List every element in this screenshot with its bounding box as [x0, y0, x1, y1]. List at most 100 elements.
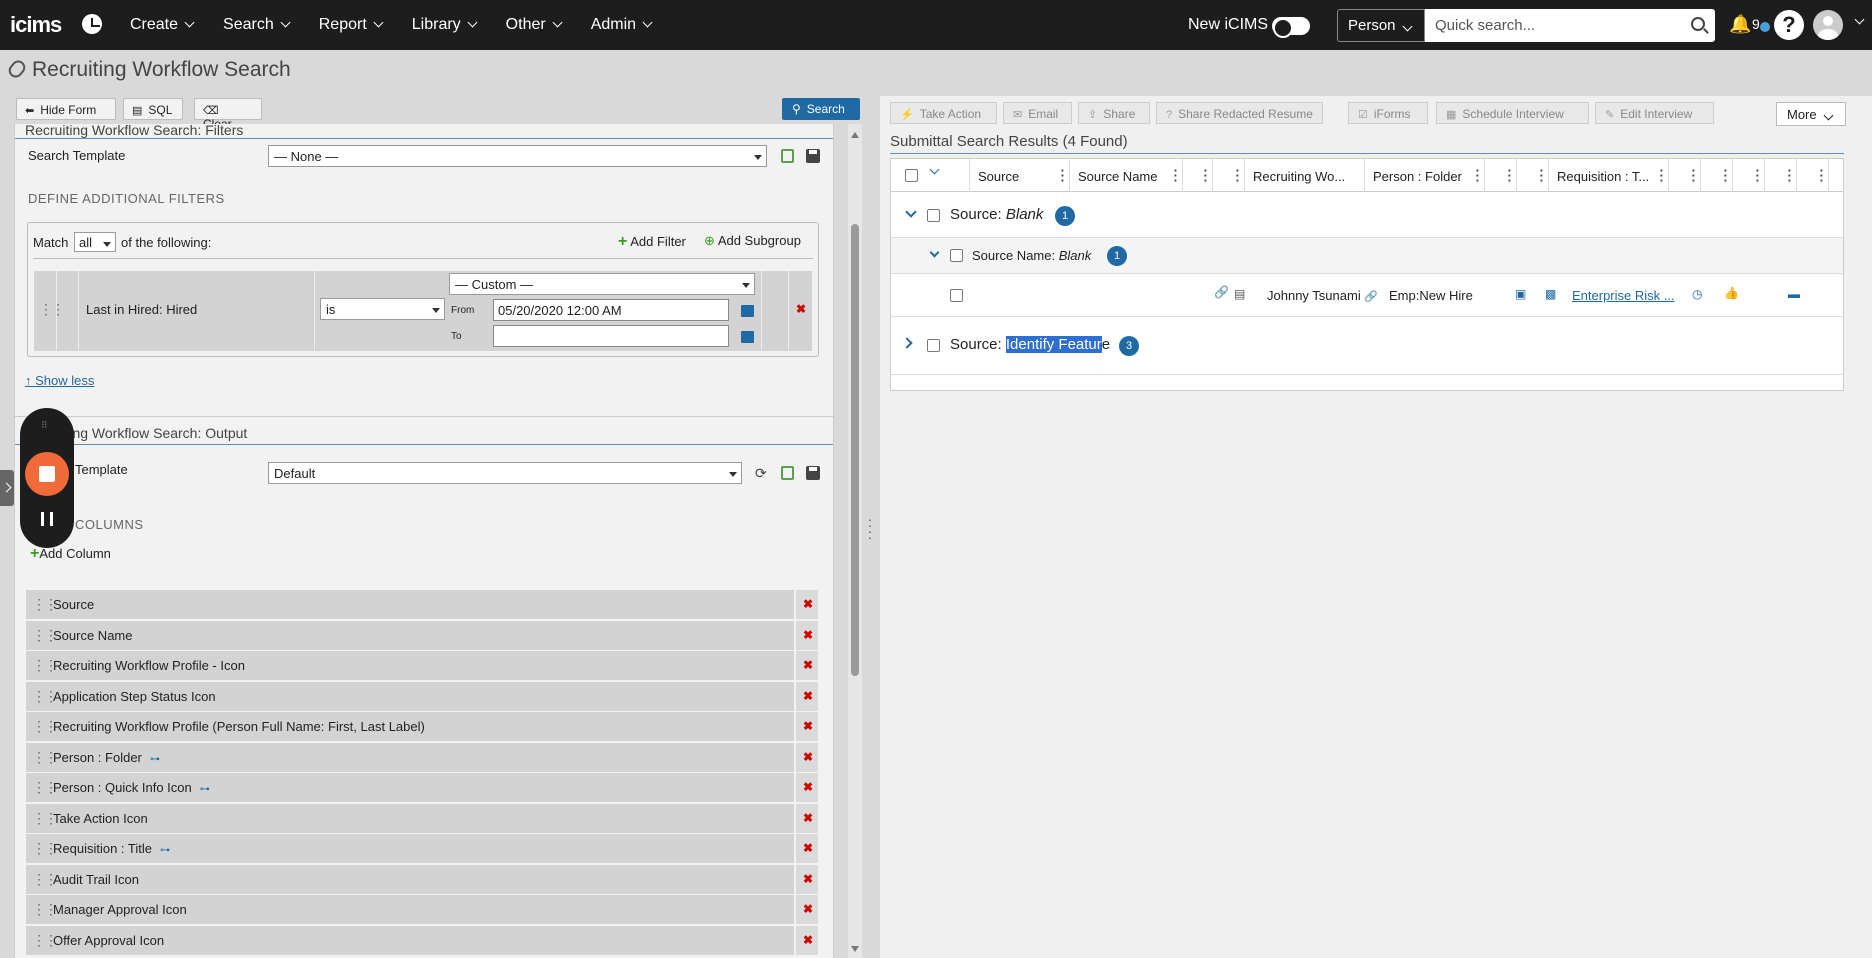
column-header-take-action[interactable]: · · · — [1517, 159, 1549, 192]
scroll-up-icon[interactable] — [851, 132, 859, 138]
search-template-select[interactable]: — None — — [268, 145, 767, 167]
remove-column-button[interactable]: ✖ — [794, 681, 818, 711]
calendar-icon[interactable] — [741, 305, 754, 317]
output-template-select[interactable]: Default — [268, 462, 742, 484]
dashboard-icon[interactable] — [82, 14, 102, 34]
column-menu-icon[interactable]: · · · — [1476, 164, 1480, 187]
link-icon[interactable] — [5, 57, 29, 81]
remove-column-button[interactable]: ✖ — [794, 895, 818, 924]
take-action-icon[interactable]: ▩ — [1545, 287, 1556, 301]
column-menu-icon[interactable]: · · · — [1174, 164, 1178, 187]
share-redacted-resume-button[interactable]: ? Share Redacted Resume — [1156, 102, 1323, 124]
sql-button[interactable]: ▤ SQL — [123, 98, 183, 120]
menu-create[interactable]: Create — [130, 16, 195, 34]
list-item[interactable]: ⋮⋮ Offer Approval Icon ✖ — [26, 925, 818, 955]
column-menu-icon[interactable]: · · · — [1820, 164, 1824, 187]
group-row-source-identify-feature[interactable]: Source: Identify Feature 3 — [891, 317, 1843, 375]
group-row-source-blank[interactable]: Source: Blank 1 — [891, 192, 1843, 238]
tree-icon[interactable]: ⊶ — [160, 845, 170, 856]
remove-column-button[interactable]: ✖ — [794, 803, 818, 833]
column-header-extra[interactable]: · · · — [1797, 159, 1829, 192]
iforms-button[interactable]: ☑ iForms — [1348, 102, 1428, 124]
more-button[interactable]: More — [1776, 102, 1846, 126]
remove-column-button[interactable]: ✖ — [794, 925, 818, 955]
menu-report[interactable]: Report — [319, 16, 384, 34]
column-header-recruiting-workflow[interactable]: Recruiting Wo... — [1245, 159, 1365, 192]
bell-icon[interactable]: 🔔 — [1729, 14, 1751, 35]
list-item[interactable]: ⋮⋮ Person : Quick Info Icon ⊶ ✖ — [26, 773, 818, 802]
search-button[interactable]: ⚲ Search — [782, 98, 860, 120]
menu-library[interactable]: Library — [412, 16, 478, 34]
search-icon[interactable] — [1691, 17, 1705, 31]
menu-other[interactable]: Other — [506, 16, 563, 34]
menu-admin[interactable]: Admin — [591, 16, 653, 34]
remove-column-button[interactable]: ✖ — [794, 864, 818, 894]
column-header-icon[interactable]: · · · — [1183, 159, 1213, 192]
drag-dots-icon[interactable]: ⠿ — [41, 420, 48, 431]
list-item[interactable]: ⋮⋮ Source Name ✖ — [26, 620, 818, 650]
column-header-status-icon[interactable]: · · · — [1213, 159, 1245, 192]
requisition-link[interactable]: Enterprise Risk ... — [1572, 288, 1675, 303]
chevron-down-icon[interactable] — [929, 164, 940, 175]
remove-column-button[interactable]: ✖ — [794, 742, 818, 772]
share-button[interactable]: ⇪ Share — [1078, 102, 1150, 124]
from-date-input[interactable]: 05/20/2020 12:00 AM — [493, 299, 729, 321]
copy-template-icon[interactable] — [781, 466, 794, 480]
column-header-extra[interactable]: · · · — [1765, 159, 1797, 192]
new-icims-toggle[interactable] — [1272, 17, 1310, 38]
hide-form-button[interactable]: ⬅ Hide Form — [16, 98, 116, 120]
document-icon[interactable]: ▤ — [1234, 287, 1245, 301]
icims-logo[interactable]: icims — [10, 12, 62, 38]
list-item[interactable]: ⋮⋮ Application Step Status Icon ✖ — [26, 681, 818, 711]
column-header-manager-approval[interactable]: · · · — [1701, 159, 1733, 192]
panel-splitter[interactable]: · · · · — [862, 96, 878, 958]
column-header-source[interactable]: Source · · · — [970, 159, 1070, 192]
remove-filter-icon[interactable]: ✖ — [796, 302, 806, 316]
column-menu-icon[interactable]: · · · — [1660, 164, 1664, 187]
chevron-down-icon[interactable] — [905, 206, 917, 218]
scrollbar-thumb[interactable] — [851, 224, 859, 676]
menu-search[interactable]: Search — [223, 16, 291, 34]
column-menu-icon[interactable]: · · · — [1756, 164, 1760, 187]
copy-template-icon[interactable] — [781, 149, 794, 163]
list-item[interactable]: ⋮⋮ Recruiting Workflow Profile (Person Fu… — [26, 712, 818, 741]
quick-info-icon[interactable]: ▣ — [1515, 287, 1526, 301]
chevron-down-icon[interactable] — [929, 247, 940, 258]
row-checkbox[interactable] — [950, 289, 963, 302]
take-action-button[interactable]: ⚡ Take Action — [890, 102, 997, 124]
column-header-audit-trail[interactable]: · · · — [1669, 159, 1701, 192]
group-checkbox[interactable] — [927, 209, 940, 222]
pause-icon[interactable] — [41, 512, 53, 526]
save-template-icon[interactable] — [806, 149, 820, 163]
save-template-icon[interactable] — [806, 466, 820, 480]
scroll-down-icon[interactable] — [851, 946, 859, 952]
help-icon[interactable]: ? — [1774, 10, 1804, 40]
person-name[interactable]: Johnny Tsunami 🔗 — [1267, 288, 1378, 303]
column-header-offer-approval[interactable]: · · · — [1733, 159, 1765, 192]
filter-field[interactable]: Last in Hired: Hired — [86, 302, 197, 317]
stop-recording-button[interactable] — [25, 452, 69, 496]
remove-column-button[interactable]: ✖ — [794, 620, 818, 650]
to-date-input[interactable] — [493, 325, 729, 347]
remove-column-button[interactable]: ✖ — [794, 834, 818, 863]
filter-operator-select[interactable]: is — [320, 298, 445, 320]
audit-trail-icon[interactable]: ◷ — [1692, 287, 1702, 301]
column-menu-icon[interactable]: · · · — [1061, 164, 1065, 187]
column-menu-icon[interactable]: · · · — [1788, 164, 1792, 187]
link-icon[interactable]: 🔗 — [1214, 285, 1229, 299]
list-item[interactable]: ⋮⋮ Audit Trail Icon ✖ — [26, 864, 818, 894]
quick-search-input[interactable]: Quick search... — [1425, 9, 1715, 42]
tree-icon[interactable]: ⊶ — [200, 784, 210, 795]
column-header-quick-info[interactable]: · · · — [1485, 159, 1517, 192]
refresh-icon[interactable]: ⟳ — [755, 465, 767, 482]
email-button[interactable]: ✉ Email — [1003, 102, 1072, 124]
select-all-checkbox[interactable] — [905, 169, 918, 182]
table-row[interactable]: 🔗 ▤ Johnny Tsunami 🔗 Emp:New Hire ▣ ▩ En… — [891, 274, 1843, 317]
clear-button[interactable]: ⌫Clear — [194, 98, 262, 131]
subgroup-checkbox[interactable] — [950, 249, 963, 262]
drag-handle-icon[interactable]: ⋮⋮ — [39, 301, 65, 318]
search-type-select[interactable]: Person — [1337, 9, 1425, 42]
calendar-icon[interactable] — [741, 331, 754, 343]
column-menu-icon[interactable]: · · · — [1540, 164, 1544, 187]
column-header-requisition-title[interactable]: Requisition : T... · · · — [1549, 159, 1669, 192]
